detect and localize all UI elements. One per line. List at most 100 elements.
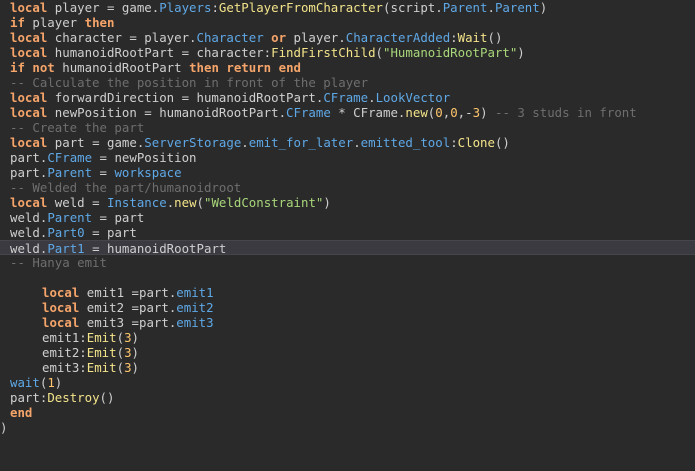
code-token: : [211,0,219,15]
code-token: ) [539,0,548,15]
code-token: if [10,60,25,75]
code-line[interactable] [0,270,695,285]
code-line[interactable]: ) [0,420,695,435]
code-line[interactable]: wait(1) [0,375,695,390]
code-token: character = player. [47,30,197,45]
code-token: local [10,0,48,15]
code-line[interactable]: local character = player.Character or pl… [0,30,695,45]
code-line[interactable]: weld.Part0 = part [0,225,695,240]
code-line[interactable]: local emit2 =part.emit2 [0,300,695,315]
code-token: player = game. [47,0,160,15]
code-token: local [10,195,48,210]
code-line[interactable]: emit1:Emit(3) [0,330,695,345]
code-token: 0 [435,105,443,120]
code-token: weld. [10,210,48,225]
code-token: ( [116,360,125,375]
code-token: 3 [124,345,132,360]
code-token: local [10,45,48,60]
code-token: CFrame [323,90,369,105]
code-token: emit1: [42,330,87,345]
code-line[interactable]: -- Hanya emit [0,255,695,270]
code-token: emit3 =part. [79,315,177,330]
code-line[interactable]: local humanoidRootPart = character:FindF… [0,45,695,60]
code-token: new [405,105,428,120]
code-token: LookVector [375,90,451,105]
code-line[interactable]: -- Create the part [0,120,695,135]
code-token: return [226,60,272,75]
code-token: not [32,60,55,75]
code-token: ) [131,345,140,360]
code-token: Character [196,30,264,45]
code-token: -- Calculate the position in front of th… [10,75,369,90]
code-token: weld. [10,225,48,240]
code-token: () [494,135,510,150]
code-token: Part0 [47,225,85,240]
code-line[interactable]: weld.Parent = part [0,210,695,225]
code-token: part. [10,150,48,165]
code-token: = newPosition [92,150,197,165]
code-token: ) [131,360,140,375]
code-token: newPosition = humanoidRootPart. [47,105,287,120]
code-line[interactable]: part.CFrame = newPosition [0,150,695,165]
code-token: () [99,390,115,405]
code-line[interactable]: end [0,405,695,420]
code-token: "HumanoidRootPart" [383,45,518,60]
code-line[interactable]: emit3:Emit(3) [0,360,695,375]
code-token: ( [116,345,125,360]
code-editor[interactable]: local player = game.Players:GetPlayerFro… [0,0,695,471]
code-line[interactable]: local emit1 =part.emit1 [0,285,695,300]
code-token: local [42,300,80,315]
code-line[interactable]: if player then [0,15,695,30]
code-line[interactable]: -- Calculate the position in front of th… [0,75,695,90]
code-token: 1 [47,375,55,390]
code-token: end [278,60,301,75]
code-token: local [10,90,48,105]
code-token: emit3: [42,360,87,375]
code-token: = part [92,210,145,225]
code-token: local [10,30,48,45]
code-line[interactable]: local part = game.ServerStorage.emit_for… [0,135,695,150]
code-line[interactable]: local newPosition = humanoidRootPart.CFr… [0,105,695,120]
code-line[interactable]: local weld = Instance.new("WeldConstrain… [0,195,695,210]
code-token: part = game. [47,135,145,150]
code-line[interactable]: emit2:Emit(3) [0,345,695,360]
code-token: Parent [442,0,488,15]
code-token: Emit [86,330,117,345]
code-token: ( [196,195,205,210]
code-token: (script. [383,0,443,15]
code-line[interactable]: part.Parent = workspace [0,165,695,180]
code-token: weld = [47,195,107,210]
code-line-current[interactable]: weld.Part1 = humanoidRootPart [0,240,695,256]
code-token: end [10,405,33,420]
code-token: 0 [450,105,458,120]
code-token: Part1 [47,241,85,256]
code-token: . [487,0,495,15]
code-line[interactable]: part:Destroy() [0,390,695,405]
code-token: emit2 =part. [79,300,177,315]
code-token: part. [10,165,48,180]
code-line[interactable]: if not humanoidRootPart then return end [0,60,695,75]
code-token: ) [54,375,63,390]
code-token: = [92,165,115,180]
code-token: Clone [457,135,495,150]
code-token: : [450,135,458,150]
code-token: ServerStorage [144,135,242,150]
code-token: Emit [86,360,117,375]
code-token: ) [323,195,331,210]
code-token: = humanoidRootPart [84,241,227,256]
code-token: 3 [472,105,481,120]
code-line[interactable]: local forwardDirection = humanoidRootPar… [0,90,695,105]
code-token: CharacterAdded [345,30,451,45]
code-line[interactable]: local emit3 =part.emit3 [0,315,695,330]
code-token: ( [116,330,125,345]
code-line[interactable]: -- Welded the part/humanoidroot [0,180,695,195]
code-token: -- 3 studs in front [494,105,637,120]
code-token: emit2 [176,300,214,315]
code-token: . [368,90,376,105]
code-line[interactable]: local player = game.Players:GetPlayerFro… [0,0,695,15]
code-token: ( [375,45,384,60]
code-token: . [241,135,249,150]
code-token: ) [517,45,525,60]
code-token: ) [0,420,8,435]
code-token: ) [480,105,495,120]
